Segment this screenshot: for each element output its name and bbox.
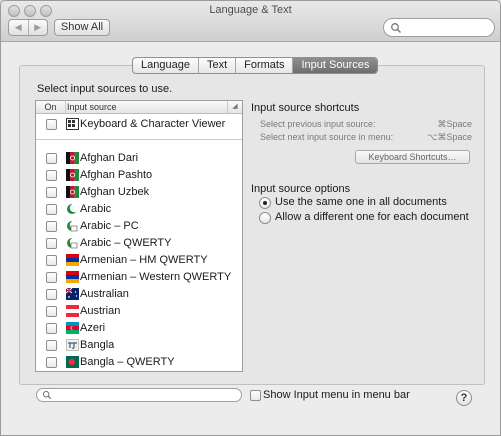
- list-item-label: Arabic: [80, 203, 112, 215]
- next-source-shortcut: Select next input source in menu: ⌥⌘Spac…: [260, 132, 472, 142]
- armenia-flag-icon: [66, 254, 79, 266]
- list-item[interactable]: Bangla – QWERTY: [36, 354, 242, 371]
- input-source-search-field[interactable]: [36, 388, 242, 402]
- tab-bar: Language Text Formats Input Sources: [132, 57, 379, 74]
- list-item[interactable]: Keyboard & Character Viewer: [36, 116, 242, 133]
- enable-checkbox[interactable]: [46, 340, 57, 351]
- list-item-label: Bangla – QWERTY: [80, 356, 175, 368]
- list-item-label: Keyboard & Character Viewer: [80, 118, 226, 130]
- list-item-label: Arabic – PC: [80, 220, 139, 232]
- list-item-label: Australian: [80, 288, 129, 300]
- list-item-label: Austrian: [80, 305, 121, 317]
- prev-source-label: Select previous input source:: [260, 119, 376, 129]
- column-chooser-icon: ◢: [227, 101, 242, 113]
- input-source-list[interactable]: On Input source ◢ Keyboard & Character V…: [35, 100, 243, 372]
- list-divider: [36, 139, 242, 141]
- column-header-input-source[interactable]: Input source: [67, 101, 227, 113]
- back-button[interactable]: ◀: [9, 20, 28, 35]
- tab-input-sources[interactable]: Input Sources: [292, 58, 378, 73]
- austria-flag-icon: [66, 305, 79, 317]
- back-forward-control: ◀ ▶: [8, 19, 48, 36]
- shortcuts-heading: Input source shortcuts: [251, 102, 360, 114]
- enable-checkbox[interactable]: [46, 255, 57, 266]
- list-item[interactable]: Arabic: [36, 201, 242, 218]
- title-bar: Language & Text ◀ ▶ Show All: [1, 1, 500, 42]
- next-source-key: ⌥⌘Space: [427, 132, 472, 142]
- enable-checkbox[interactable]: [46, 306, 57, 317]
- show-input-menu-checkbox[interactable]: [250, 390, 261, 401]
- list-item[interactable]: Arabic – PC: [36, 218, 242, 235]
- select-sources-label: Select input sources to use.: [37, 83, 173, 95]
- list-item-label: Bangla: [80, 339, 115, 351]
- magnifier-icon: [42, 390, 52, 400]
- enable-checkbox[interactable]: [46, 221, 57, 232]
- show-input-menu-label[interactable]: Show Input menu in menu bar: [263, 389, 410, 401]
- list-item[interactable]: Azeri: [36, 320, 242, 337]
- next-source-label: Select next input source in menu:: [260, 132, 394, 142]
- crescent-icon: [67, 237, 79, 249]
- list-item[interactable]: Afghan Uzbek: [36, 184, 242, 201]
- list-item-label: Arabic – QWERTY: [80, 237, 172, 249]
- forward-button[interactable]: ▶: [27, 20, 48, 35]
- tab-language[interactable]: Language: [133, 58, 198, 73]
- list-item[interactable]: Bangla: [36, 337, 242, 354]
- armenia-flag-icon: [66, 271, 79, 283]
- prev-source-shortcut: Select previous input source: ⌘Space: [260, 119, 472, 129]
- crescent-icon: [67, 203, 79, 214]
- list-item-label: Afghan Uzbek: [80, 186, 150, 198]
- australia-flag-icon: [66, 288, 79, 300]
- list-item[interactable]: Austrian: [36, 303, 242, 320]
- tab-formats[interactable]: Formats: [235, 58, 292, 73]
- list-item-label: Armenian – HM QWERTY: [80, 254, 208, 266]
- bangla-script-icon: [66, 339, 79, 351]
- list-item-label: Afghan Pashto: [80, 169, 153, 181]
- enable-checkbox[interactable]: [46, 204, 57, 215]
- list-item[interactable]: Australian: [36, 286, 242, 303]
- list-item[interactable]: Armenian – Western QWERTY: [36, 269, 242, 286]
- list-item-label: Afghan Dari: [80, 152, 139, 164]
- list-item[interactable]: Armenian – HM QWERTY: [36, 252, 242, 269]
- prev-source-key: ⌘Space: [437, 119, 472, 129]
- enable-checkbox[interactable]: [46, 187, 57, 198]
- list-item[interactable]: Afghan Pashto: [36, 167, 242, 184]
- afghanistan-flag-icon: [66, 186, 79, 198]
- enable-checkbox[interactable]: [46, 323, 57, 334]
- magnifier-icon: [391, 23, 402, 34]
- enable-checkbox[interactable]: [46, 170, 57, 181]
- show-all-button[interactable]: Show All: [54, 19, 110, 36]
- per-document-radio[interactable]: [259, 212, 271, 224]
- same-source-radio[interactable]: [259, 197, 271, 209]
- column-header-on[interactable]: On: [36, 101, 66, 113]
- list-item-label: Azeri: [80, 322, 106, 334]
- enable-checkbox[interactable]: [46, 238, 57, 249]
- preferences-window: Language & Text ◀ ▶ Show All Language Te…: [0, 0, 501, 436]
- azerbaijan-flag-icon: [66, 322, 79, 334]
- bangladesh-flag-icon: [66, 356, 79, 368]
- enable-checkbox[interactable]: [46, 289, 57, 300]
- keyboard-shortcuts-button[interactable]: Keyboard Shortcuts…: [355, 150, 470, 164]
- crescent-icon: [67, 220, 79, 232]
- enable-checkbox[interactable]: [46, 272, 57, 283]
- options-heading: Input source options: [251, 183, 351, 195]
- tab-text[interactable]: Text: [197, 58, 235, 73]
- help-button[interactable]: ?: [456, 390, 472, 406]
- list-header: On Input source ◢: [36, 101, 242, 114]
- enable-checkbox[interactable]: [46, 119, 57, 130]
- window-title: Language & Text: [209, 4, 292, 16]
- same-source-label[interactable]: Use the same one in all documents: [275, 196, 447, 208]
- enable-checkbox[interactable]: [46, 153, 57, 164]
- list-item-label: Armenian – Western QWERTY: [80, 271, 232, 283]
- enable-checkbox[interactable]: [46, 357, 57, 368]
- afghanistan-flag-icon: [66, 169, 79, 181]
- per-document-label[interactable]: Allow a different one for each document: [275, 211, 469, 223]
- list-item[interactable]: Arabic – QWERTY: [36, 235, 242, 252]
- list-item[interactable]: Afghan Dari: [36, 150, 242, 167]
- preferences-search-field[interactable]: [383, 18, 495, 37]
- keyboard-viewer-icon: [66, 118, 79, 130]
- afghanistan-flag-icon: [66, 152, 79, 164]
